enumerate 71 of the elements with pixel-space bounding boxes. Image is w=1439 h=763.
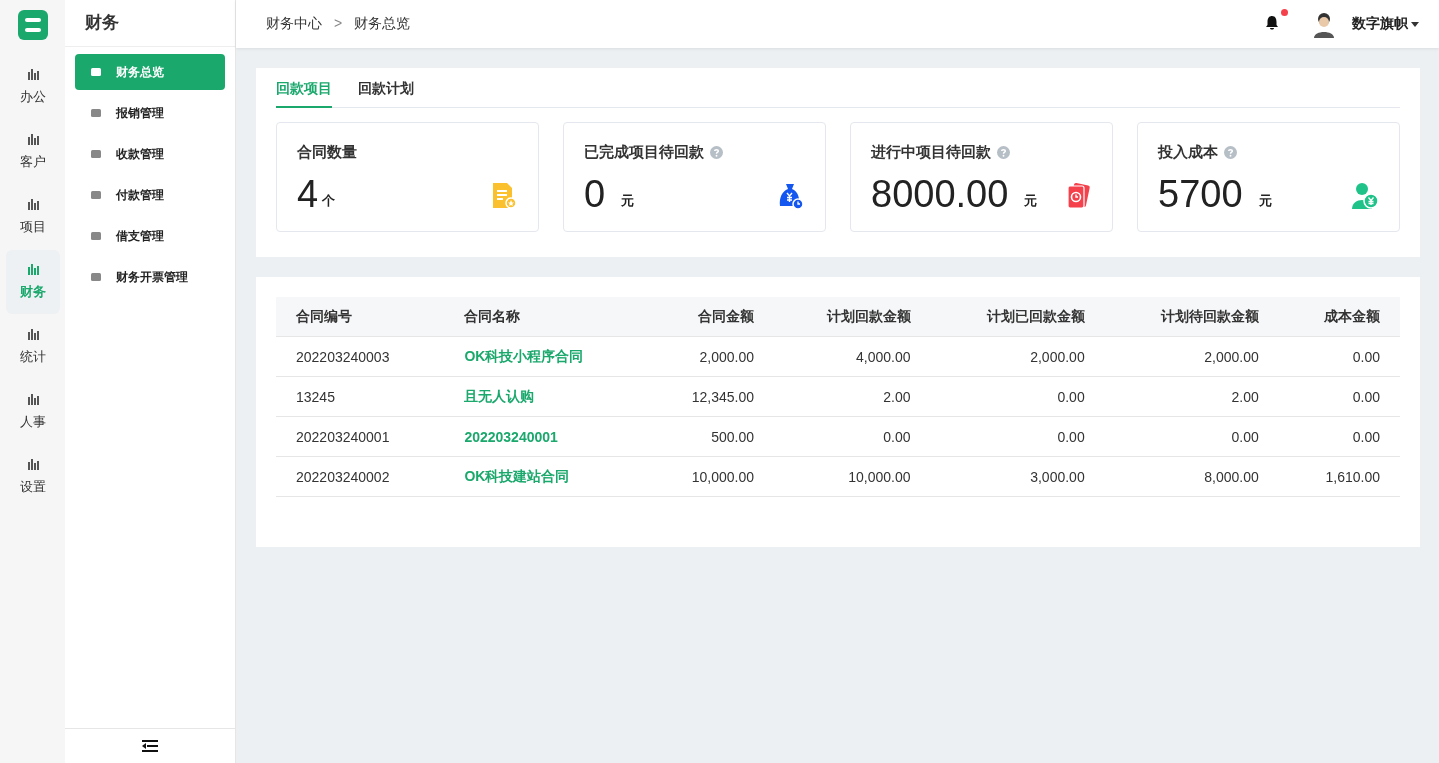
menu-item[interactable]: 财务开票管理 — [75, 259, 225, 295]
nav-rail-item[interactable]: 统计 — [5, 315, 60, 379]
menu-item[interactable]: 付款管理 — [75, 177, 225, 213]
table-cell: 0.00 — [1278, 376, 1400, 417]
column-header: 合同编号 — [276, 297, 445, 337]
logo-icon — [17, 10, 48, 40]
table-cell: 500.00 — [645, 416, 775, 457]
menu-item[interactable]: 收款管理 — [75, 136, 225, 172]
bar-chart-icon — [26, 393, 39, 405]
table-cell: 202203240003 — [276, 336, 445, 377]
column-header: 成本金额 — [1278, 297, 1400, 337]
tab[interactable]: 回款计划 — [358, 68, 414, 108]
table-cell: 202203240001 — [276, 416, 445, 457]
bar-chart-icon — [26, 263, 39, 275]
table-cell: 13245 — [276, 376, 445, 417]
stat-unit: 元 — [621, 192, 635, 210]
bar-chart-icon — [26, 458, 39, 470]
bar-chart-icon — [26, 328, 39, 340]
table-cell: 0.00 — [930, 416, 1105, 457]
table-cell: 12,345.00 — [645, 376, 775, 417]
table-cell: 0.00 — [1104, 416, 1279, 457]
bar-chart-icon — [26, 198, 39, 210]
stat-value: 8000.00 — [871, 174, 1009, 214]
breadcrumb-item[interactable]: 财务总览 — [354, 15, 411, 33]
table-cell: 0.00 — [930, 376, 1105, 417]
table-cell: 1,610.00 — [1278, 456, 1400, 497]
stat-unit: 元 — [1024, 192, 1038, 210]
stat-unit: 元 — [1258, 192, 1272, 210]
nav-rail-item[interactable]: 人事 — [5, 380, 60, 444]
breadcrumb-separator: > — [334, 15, 343, 33]
nav-rail-item[interactable]: 客户 — [5, 120, 60, 184]
table-cell: 3,000.00 — [930, 456, 1105, 497]
column-header: 计划回款金额 — [774, 297, 931, 337]
menu-item[interactable]: 借支管理 — [75, 218, 225, 254]
table-cell: 0.00 — [1278, 336, 1400, 377]
stat-title: 已完成项目待回款 — [584, 143, 704, 162]
stat-title: 进行中项目待回款 — [871, 143, 991, 162]
stat-title: 投入成本 — [1158, 143, 1218, 162]
table-cell: 10,000.00 — [645, 456, 775, 497]
table-cell: 4,000.00 — [774, 336, 931, 377]
user-menu[interactable]: 数字旗帜 — [1352, 15, 1419, 33]
table-cell: 10,000.00 — [774, 456, 931, 497]
stat-value: 0 — [584, 174, 606, 214]
stat-unit: 个 — [322, 192, 336, 210]
collapse-menu-icon[interactable] — [142, 740, 158, 752]
nav-rail-item[interactable]: 办公 — [5, 55, 60, 119]
table-cell: 2.00 — [774, 376, 931, 417]
stat-title: 合同数量 — [297, 143, 357, 162]
menu-item[interactable]: 报销管理 — [75, 95, 225, 131]
stat-value: 5700 — [1158, 174, 1243, 214]
column-header: 计划待回款金额 — [1104, 297, 1279, 337]
bar-chart-icon — [26, 68, 39, 80]
table-cell: 2,000.00 — [645, 336, 775, 377]
column-header: 合同名称 — [444, 297, 645, 337]
table-cell: 202203240002 — [276, 456, 445, 497]
caret-icon — [1411, 21, 1419, 27]
table-cell: 2,000.00 — [930, 336, 1105, 377]
column-header: 合同金额 — [645, 297, 775, 337]
column-header: 计划已回款金额 — [930, 297, 1105, 337]
table-cell: 0.00 — [774, 416, 931, 457]
section-title: 财务 — [65, 0, 235, 47]
table-cell: 2,000.00 — [1104, 336, 1279, 377]
nav-rail-item[interactable]: 设置 — [5, 445, 60, 509]
table-cell: 8,000.00 — [1104, 456, 1279, 497]
stat-value: 4 — [297, 174, 319, 214]
table-cell: 0.00 — [1278, 416, 1400, 457]
breadcrumb-item[interactable]: 财务中心 — [266, 15, 322, 33]
nav-rail-item[interactable]: 项目 — [5, 185, 60, 249]
table-cell: 2.00 — [1104, 376, 1279, 417]
notification-bell-icon[interactable] — [1264, 15, 1280, 31]
bar-chart-icon — [26, 133, 39, 145]
